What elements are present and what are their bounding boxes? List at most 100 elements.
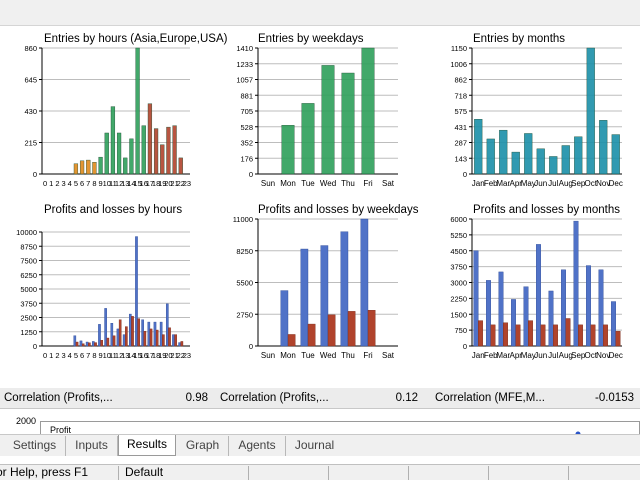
loss-bar — [149, 328, 153, 347]
profit-bar — [141, 319, 144, 347]
x-tick-label: Sat — [382, 351, 395, 360]
chart-title: Profits and losses by months — [473, 204, 620, 216]
loss-bar — [347, 311, 356, 347]
y-tick-label: 431 — [454, 123, 467, 132]
x-tick-label: Dec — [609, 351, 623, 360]
x-tick-label: Jul — [548, 179, 558, 188]
profit-bar — [498, 271, 504, 347]
y-tick-label: 287 — [454, 139, 467, 148]
bar — [474, 119, 483, 175]
x-tick-label: Sat — [382, 179, 395, 188]
bar — [574, 136, 583, 175]
correlation-row: Correlation (Profits,... 0.98 Correlatio… — [0, 388, 640, 408]
bar — [135, 47, 140, 175]
profit-bar — [320, 245, 329, 347]
loss-bar — [112, 335, 116, 347]
x-tick-label: Dec — [609, 179, 623, 188]
correlation-cell-2: Correlation (Profits,... 0.12 — [216, 388, 422, 408]
correlation-cell-3: Correlation (MFE,M... -0.0153 — [431, 388, 638, 408]
bar — [110, 106, 116, 175]
bar — [73, 163, 79, 175]
loss-bar — [540, 324, 546, 347]
status-divider — [248, 466, 249, 480]
bar — [147, 103, 153, 175]
report-line-canvas — [575, 431, 581, 434]
bar — [160, 144, 165, 175]
loss-bar — [615, 330, 621, 347]
y-tick-label: 0 — [463, 342, 467, 351]
profit-bar — [147, 321, 151, 347]
y-tick-label: 8750 — [20, 242, 37, 251]
loss-bar — [490, 324, 496, 347]
correlation-cell-1: Correlation (Profits,... 0.98 — [0, 388, 212, 408]
status-bar: or Help, press F1 Default — [0, 464, 640, 480]
x-tick-label: Jun — [534, 351, 547, 360]
bar — [361, 47, 375, 175]
bar — [524, 133, 533, 175]
tab-bar: Settings Inputs Results Graph Agents Jou… — [0, 434, 640, 456]
bar — [153, 128, 159, 175]
chart-title: Profits and losses by hours — [44, 204, 182, 216]
x-tick-label: 0 — [43, 351, 47, 360]
bar — [104, 132, 109, 175]
profit-bar — [91, 341, 95, 347]
profit-bar — [178, 342, 181, 347]
bar — [549, 156, 558, 175]
tab-journal[interactable]: Journal — [286, 436, 343, 456]
x-tick-label: Jan — [472, 179, 485, 188]
y-tick-label: 3000 — [450, 279, 467, 288]
y-tick-label: 0 — [33, 342, 37, 351]
bar — [178, 157, 183, 175]
y-tick-label: 1250 — [20, 328, 37, 337]
status-profile: Default — [125, 465, 164, 479]
x-tick-label: Sun — [261, 351, 275, 360]
correlation-value: 0.98 — [185, 392, 208, 404]
tab-graph[interactable]: Graph — [177, 436, 229, 456]
loss-bar — [478, 320, 483, 347]
tab-results[interactable]: Results — [118, 435, 176, 456]
profit-bar — [85, 341, 89, 347]
x-tick-label: 1 — [49, 179, 53, 188]
report-graph: 2000 Profit — [0, 408, 640, 434]
loss-bar — [131, 316, 134, 347]
loss-bar — [75, 341, 79, 347]
profit-bar — [536, 244, 541, 347]
loss-bar — [125, 326, 128, 347]
bar — [321, 65, 335, 175]
tab-inputs[interactable]: Inputs — [66, 436, 118, 456]
x-tick-label: 5 — [74, 179, 78, 188]
x-tick-label: 3 — [61, 351, 65, 360]
profit-bar — [79, 340, 83, 347]
x-tick-label: 8 — [92, 179, 96, 188]
x-tick-label: 4 — [68, 179, 72, 188]
y-tick-label: 2500 — [20, 314, 37, 323]
y-tick-label: 645 — [24, 76, 37, 85]
x-tick-label: 6 — [80, 179, 84, 188]
y-tick-label: 176 — [240, 154, 253, 163]
charts-panel: Entries by hours (Asia,Europe,USA) 0 215 43… — [0, 26, 640, 388]
profit-bar — [104, 308, 107, 347]
x-tick-label: 7 — [86, 179, 90, 188]
x-tick-label: Fri — [363, 179, 373, 188]
profit-bar — [128, 313, 132, 347]
profit-bar — [110, 323, 114, 347]
tab-settings[interactable]: Settings — [4, 436, 66, 456]
y-tick-label: 3750 — [450, 263, 467, 272]
bar — [123, 157, 128, 175]
x-tick-label: Tue — [301, 351, 315, 360]
x-tick-label: 6 — [80, 351, 84, 360]
y-tick-label: 8250 — [236, 247, 253, 256]
y-tick-label: 7500 — [20, 257, 37, 266]
bar — [499, 129, 508, 175]
x-tick-label: 1 — [49, 351, 53, 360]
x-tick-label: Jan — [472, 351, 485, 360]
x-tick-label: Wed — [320, 351, 336, 360]
x-tick-label: 2 — [55, 351, 59, 360]
x-tick-label: Fri — [363, 351, 373, 360]
loss-bar — [106, 337, 110, 347]
correlation-label: Correlation (Profits,... — [220, 392, 329, 404]
status-divider — [568, 466, 569, 480]
y-tick-label: 352 — [240, 139, 253, 148]
y-tick-label: 1410 — [236, 44, 253, 53]
tab-agents[interactable]: Agents — [229, 436, 286, 456]
